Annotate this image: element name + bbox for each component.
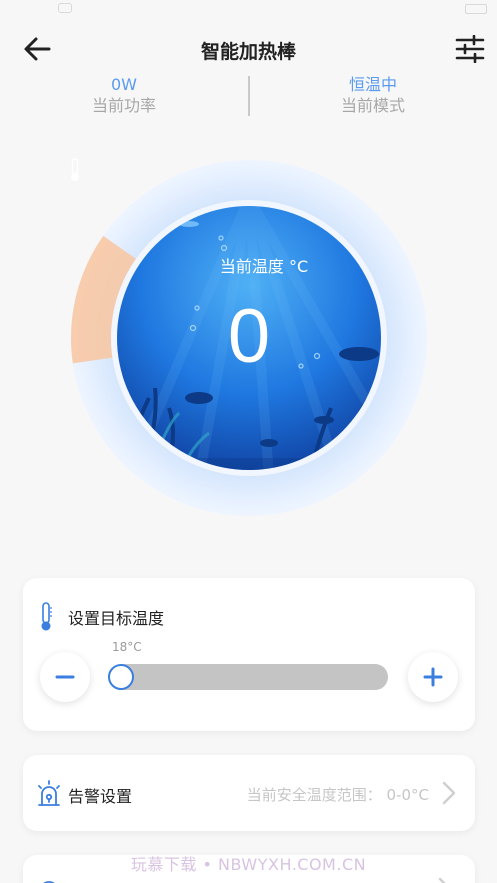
target-temp-slider[interactable] — [108, 664, 388, 690]
increase-temp-button[interactable] — [408, 652, 458, 702]
alarm-settings-row[interactable]: 告警设置 当前安全温度范围： 0-0°C — [23, 755, 475, 831]
mode-value: 恒温中 — [348, 75, 397, 94]
chevron-right-icon — [442, 781, 456, 805]
alarm-light-icon — [38, 780, 60, 806]
temperature-gauge: 当前温度 °C 0 — [69, 158, 429, 518]
chevron-right-icon — [438, 877, 446, 883]
mode-label: 当前模式 — [340, 96, 405, 115]
current-temp-label: 当前温度 °C — [219, 257, 309, 276]
power-label: 当前功率 — [91, 96, 156, 115]
thermometer-icon — [71, 158, 79, 181]
thermometer-icon — [41, 602, 52, 631]
watermark: 玩慕下载 • NBWYXH.COM.CN — [130, 855, 367, 874]
current-temp-value: 0 — [227, 294, 271, 379]
alarm-range-text: 当前安全温度范围： 0-0°C — [246, 786, 429, 804]
decrease-temp-button[interactable] — [40, 652, 90, 702]
power-value: 0W — [111, 75, 137, 94]
target-temp-value: 18°C — [112, 640, 142, 654]
nav-bar: 智能加热棒 — [0, 24, 497, 74]
target-temperature-card: 设置目标温度 18°C — [23, 578, 475, 731]
target-temp-title: 设置目标温度 — [68, 609, 165, 628]
page-title: 智能加热棒 — [200, 41, 296, 63]
alarm-title: 告警设置 — [68, 787, 133, 806]
plus-icon — [423, 667, 443, 687]
slider-thumb[interactable] — [108, 664, 134, 690]
power-info: 0W 当前功率 — [0, 74, 248, 116]
minus-icon — [55, 675, 75, 679]
wifi-icon — [58, 3, 72, 13]
mode-info: 恒温中 当前模式 — [249, 74, 497, 116]
battery-icon — [465, 4, 487, 14]
status-info-row: 0W 当前功率 恒温中 当前模式 — [0, 74, 497, 118]
sliders-icon — [455, 34, 485, 64]
status-bar — [0, 0, 497, 20]
settings-button[interactable] — [455, 34, 485, 64]
settings-row-icon — [43, 881, 55, 883]
